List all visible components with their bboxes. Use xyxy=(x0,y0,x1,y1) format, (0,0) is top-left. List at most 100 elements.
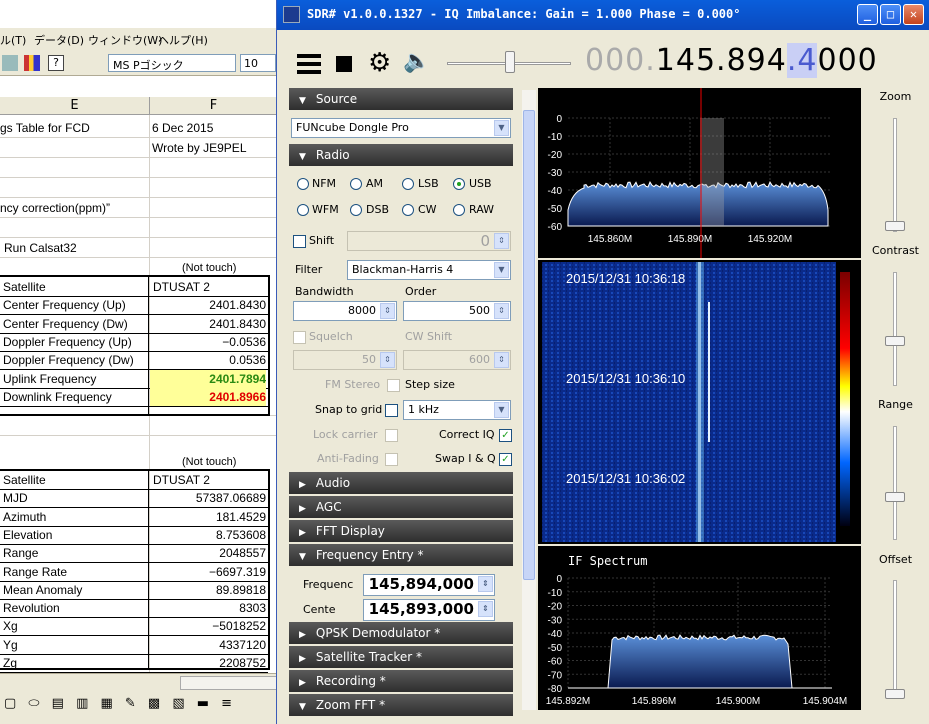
filter-select[interactable]: Blackman-Harris 4 ▼ xyxy=(347,260,511,280)
mode-am-radio[interactable] xyxy=(350,178,362,190)
t2-value-1[interactable]: 57387.06689 xyxy=(150,489,266,507)
squelch-checkbox[interactable] xyxy=(293,331,306,344)
source-header[interactable]: ▼ Source xyxy=(289,88,513,110)
drawing-tools[interactable]: ▢ ⬭ ▤ ▥ ▦ ✎ ▩ ▧ ▬ ≡ xyxy=(4,696,236,711)
cell-f1[interactable]: 6 Dec 2015 xyxy=(152,119,213,137)
fm-stereo-checkbox[interactable] xyxy=(387,379,400,392)
contrast-slider[interactable] xyxy=(885,336,905,346)
satellite-tracker-header[interactable]: ▶ Satellite Tracker * xyxy=(289,646,513,668)
offset-slider[interactable] xyxy=(885,689,905,699)
font-name-select[interactable]: MS Pゴシック xyxy=(108,54,236,72)
frequency-display[interactable]: 000.145.894.4000 xyxy=(585,43,878,78)
t2-label-2[interactable]: Azimuth xyxy=(3,508,46,526)
t2-value-7[interactable]: 8303 xyxy=(150,599,266,617)
qpsk-header[interactable]: ▶ QPSK Demodulator * xyxy=(289,622,513,644)
t2-value-5[interactable]: −6697.319 xyxy=(150,563,266,581)
zoom-track[interactable] xyxy=(893,118,897,232)
offset-track[interactable] xyxy=(893,580,897,698)
t1-label-0[interactable]: Satellite xyxy=(3,278,46,296)
frequency-entry-header[interactable]: ▼ Frequency Entry * xyxy=(289,544,513,566)
gear-icon[interactable]: ⚙ xyxy=(368,49,391,77)
spectrum-chart[interactable]: 0 -10 -20 -30 -40 -50 -60 145.860M 145.890M 145.9… xyxy=(538,88,861,258)
maximize-button[interactable]: □ xyxy=(880,4,901,25)
t2-label-9[interactable]: Yg xyxy=(3,636,18,654)
t1-label-5[interactable]: Uplink Frequency xyxy=(3,370,96,388)
column-header-e[interactable]: E xyxy=(0,97,150,115)
font-size-select[interactable]: 10 xyxy=(240,54,276,72)
minimize-button[interactable]: _ xyxy=(857,4,878,25)
mode-raw-radio[interactable] xyxy=(453,204,465,216)
column-header-f[interactable]: F xyxy=(150,97,278,115)
step-size-select[interactable]: 1 kHz ▼ xyxy=(403,400,511,420)
help-icon[interactable]: ? xyxy=(48,55,64,71)
t2-value-9[interactable]: 4337120 xyxy=(150,636,266,654)
t2-label-3[interactable]: Elevation xyxy=(3,526,52,544)
stop-icon[interactable] xyxy=(336,56,352,72)
radio-header[interactable]: ▼ Radio xyxy=(289,144,513,166)
agc-header[interactable]: ▶ AGC xyxy=(289,496,513,518)
t2-label-5[interactable]: Range Rate xyxy=(3,563,67,581)
lock-carrier-checkbox[interactable] xyxy=(385,429,398,442)
volume-slider-thumb[interactable] xyxy=(505,51,515,73)
audio-header[interactable]: ▶ Audio xyxy=(289,472,513,494)
t1-value-6[interactable]: 2401.8966 xyxy=(150,387,266,406)
t1-label-1[interactable]: Center Frequency (Up) xyxy=(3,296,126,314)
menu-data[interactable]: データ(D) xyxy=(34,32,84,48)
if-spectrum-chart[interactable]: 0 -10 -20 -30 -40 -50 -60 -70 -80 145.892M 145.896… xyxy=(538,546,861,710)
menu-icon[interactable] xyxy=(297,54,321,74)
t2-label-7[interactable]: Revolution xyxy=(3,599,60,617)
cell-e4[interactable]: Run Calsat32 xyxy=(4,239,77,257)
mode-cw-radio[interactable] xyxy=(402,204,414,216)
order-spinner[interactable]: 500 ⇕ xyxy=(403,301,511,321)
source-select[interactable]: FUNcube Dongle Pro ▼ xyxy=(291,118,511,138)
t2-value-2[interactable]: 181.4529 xyxy=(150,508,266,526)
shift-spinner[interactable]: 0 ⇕ xyxy=(347,231,511,251)
shift-checkbox[interactable] xyxy=(293,235,306,248)
cell-e1[interactable]: gs Table for FCD xyxy=(0,119,90,137)
t2-label-8[interactable]: Xg xyxy=(3,617,18,635)
t1-label-2[interactable]: Center Frequency (Dw) xyxy=(3,315,128,333)
mode-lsb-radio[interactable] xyxy=(402,178,414,190)
t2-value-0[interactable]: DTUSAT 2 xyxy=(150,471,266,489)
t2-value-4[interactable]: 2048557 xyxy=(150,544,266,562)
anti-fading-checkbox[interactable] xyxy=(385,453,398,466)
t2-value-3[interactable]: 8.753608 xyxy=(150,526,266,544)
speaker-icon[interactable]: 🔈 xyxy=(403,49,430,74)
mode-nfm-radio[interactable] xyxy=(297,178,309,190)
zoom-fft-header[interactable]: ▼ Zoom FFT * xyxy=(289,694,513,716)
t2-label-1[interactable]: MJD xyxy=(3,489,28,507)
waterfall[interactable]: 2015/12/31 10:36:18 2015/12/31 10:36:10 … xyxy=(538,260,861,544)
sort-icon[interactable] xyxy=(2,55,18,71)
close-button[interactable]: ✕ xyxy=(903,4,924,25)
t2-label-4[interactable]: Range xyxy=(3,544,38,562)
t1-value-5[interactable]: 2401.7894 xyxy=(150,369,266,388)
cell-e3[interactable]: ncy correction(ppm)” xyxy=(0,199,110,217)
mode-wfm-radio[interactable] xyxy=(297,204,309,216)
t2-value-10[interactable]: 2208752 xyxy=(150,654,266,672)
range-track[interactable] xyxy=(893,426,897,540)
correct-iq-checkbox[interactable]: ✓ xyxy=(499,429,512,442)
cw-shift-spinner[interactable]: 600 ⇕ xyxy=(403,350,511,370)
t2-value-8[interactable]: −5018252 xyxy=(150,617,266,635)
t1-value-1[interactable]: 2401.8430 xyxy=(150,296,266,314)
squelch-spinner[interactable]: 50 ⇕ xyxy=(293,350,397,370)
frequency-entry-spinner[interactable]: 145,894,000 ⇕ xyxy=(363,574,495,596)
recording-header[interactable]: ▶ Recording * xyxy=(289,670,513,692)
mode-dsb-radio[interactable] xyxy=(350,204,362,216)
t1-value-4[interactable]: 0.0536 xyxy=(150,351,266,369)
menu-tools[interactable]: ル(T) xyxy=(0,32,26,48)
menu-help[interactable]: ヘルプ(H) xyxy=(158,32,208,48)
chart-wizard-icon[interactable] xyxy=(24,55,40,71)
t1-label-4[interactable]: Doppler Frequency (Dw) xyxy=(3,351,134,369)
t2-label-0[interactable]: Satellite xyxy=(3,471,46,489)
zoom-slider[interactable] xyxy=(885,221,905,231)
t1-value-2[interactable]: 2401.8430 xyxy=(150,315,266,333)
fft-display-header[interactable]: ▶ FFT Display xyxy=(289,520,513,542)
panel-scrollbar[interactable] xyxy=(522,90,536,710)
t2-value-6[interactable]: 89.89818 xyxy=(150,581,266,599)
t1-value-0[interactable]: DTUSAT 2 xyxy=(150,278,266,296)
t2-label-10[interactable]: Zg xyxy=(3,654,17,672)
menu-window[interactable]: ウィンドウ(W) xyxy=(88,32,162,48)
t1-label-6[interactable]: Downlink Frequency xyxy=(3,388,112,406)
cell-f2[interactable]: Wrote by JE9PEL xyxy=(152,139,247,157)
